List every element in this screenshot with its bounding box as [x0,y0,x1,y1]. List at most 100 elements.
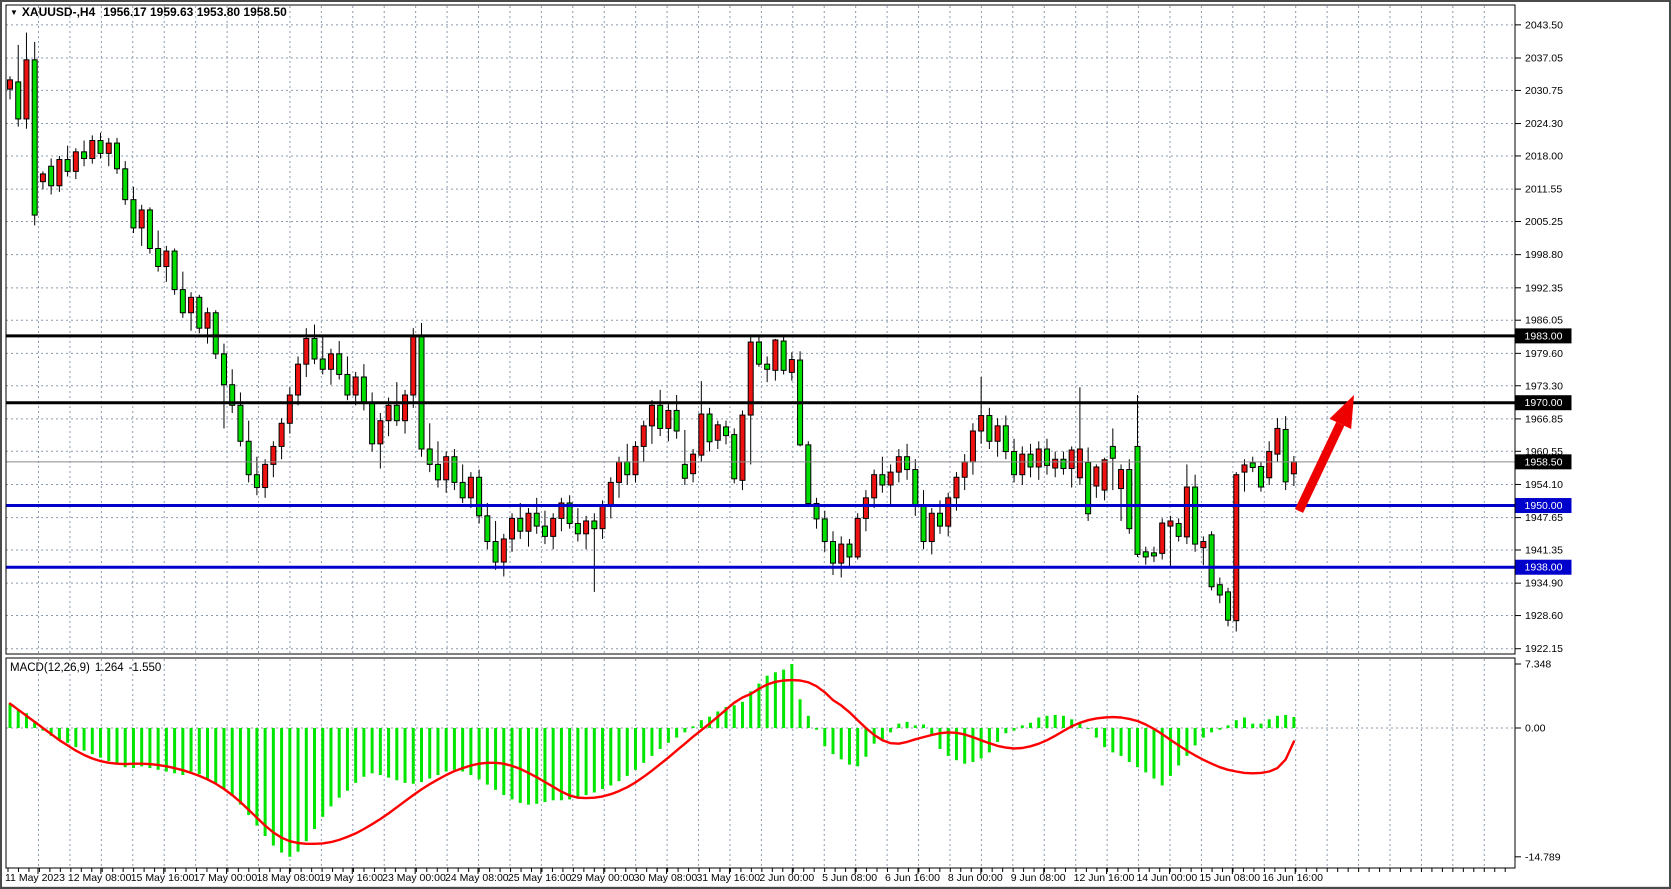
macd-bar [1218,728,1221,730]
macd-bar [568,728,571,799]
candle-body [954,477,959,498]
macd-bar [733,705,736,728]
candle-body [370,403,375,444]
macd-bar [74,728,77,747]
macd-bar [313,728,316,829]
time-label: 15 May 16:00 [131,872,195,884]
macd-bar [247,728,250,815]
macd-bar [1087,728,1090,729]
price-badge-label: 1950.00 [1525,500,1563,512]
macd-bar [700,720,703,728]
candle-body [1184,487,1189,537]
macd-bar [1136,728,1139,767]
macd-bar [1235,720,1238,728]
macd-bar [716,711,719,728]
macd-bar [1095,728,1098,738]
macd-bar [321,728,324,817]
time-label: 11 May 2023 [5,872,65,884]
time-label: 16 Jun 16:00 [1262,872,1323,884]
macd-bar [626,728,629,776]
candle-body [773,340,778,370]
candle-body [82,152,87,159]
macd-bar [132,728,135,768]
macd-bar [741,702,744,728]
macd-bar [404,728,407,783]
price-tick-label: 2043.50 [1525,19,1563,31]
candle-body [1234,475,1239,621]
macd-bar [642,728,645,763]
candle-body [1020,454,1025,475]
candle-body [180,290,185,313]
macd-bar [519,728,522,803]
candle-body [156,248,161,266]
macd-bar [288,728,291,857]
candle-body [724,427,729,436]
macd-bar [1120,728,1123,756]
candle-body [1135,446,1140,554]
candle-body [946,498,951,526]
macd-bar [280,728,283,853]
candle-body [666,410,671,428]
candle-body [32,60,37,215]
candle-body [575,524,580,534]
candle-body [888,472,893,485]
price-tick-label: 2005.25 [1525,216,1563,228]
candle-body [872,475,877,498]
candle-body [1053,459,1058,468]
macd-bar [362,728,365,777]
macd-bar [848,728,851,765]
candle-body [1160,523,1165,553]
candle-body [896,457,901,472]
candle-body [1119,470,1124,489]
candle-body [106,143,111,153]
macd-bar [1144,728,1147,772]
time-label: 19 May 16:00 [319,872,383,884]
macd-bar [535,728,538,804]
macd-bar [881,728,884,739]
symbol-dropdown-icon[interactable]: ▼ [10,8,18,17]
candle-body [649,405,654,426]
candle-body [254,475,259,488]
candle-body [592,521,597,529]
macd-bar [190,728,193,772]
candle-body [765,364,770,369]
macd-bar [198,728,201,774]
macd-bar [1152,728,1155,779]
candle-body [90,141,95,159]
price-tick-label: 1992.35 [1525,282,1563,294]
price-badge: 1958.50 [1516,454,1572,469]
macd-main-value: 1.264 [95,662,124,674]
candle-body [921,506,926,542]
candle-body [740,415,745,480]
time-label: 23 May 00:00 [382,872,446,884]
time-label: 12 May 08:00 [68,872,132,884]
price-tick-label: 2037.05 [1525,53,1563,65]
macd-bar [264,728,267,836]
macd-bar [1013,728,1016,731]
chart-canvas[interactable]: 2043.502037.052030.752024.302018.002011.… [2,2,1669,887]
candle-body [880,475,885,485]
candle-body [1102,460,1107,490]
macd-bar [148,728,151,768]
macd-bar [1169,728,1172,776]
time-label: 15 Jun 08:00 [1199,872,1260,884]
macd-bar [889,728,892,732]
candle-body [468,477,473,498]
macd-bar [1292,717,1295,728]
candle-body [863,498,868,519]
macd-bar [1029,723,1032,728]
price-tick-label: 1979.60 [1525,348,1563,360]
candle-body [419,336,424,449]
candle-body [831,542,836,564]
candle-body [328,354,333,369]
candle-body [16,82,21,119]
candle-body [123,169,128,200]
candle-body [501,539,506,562]
macd-bar [436,728,439,775]
candle-body [435,464,440,479]
candle-body [197,297,202,328]
macd-bar [922,725,925,728]
macd-bar [560,728,563,800]
candle-body [1176,524,1181,537]
time-label: 24 May 08:00 [445,872,509,884]
